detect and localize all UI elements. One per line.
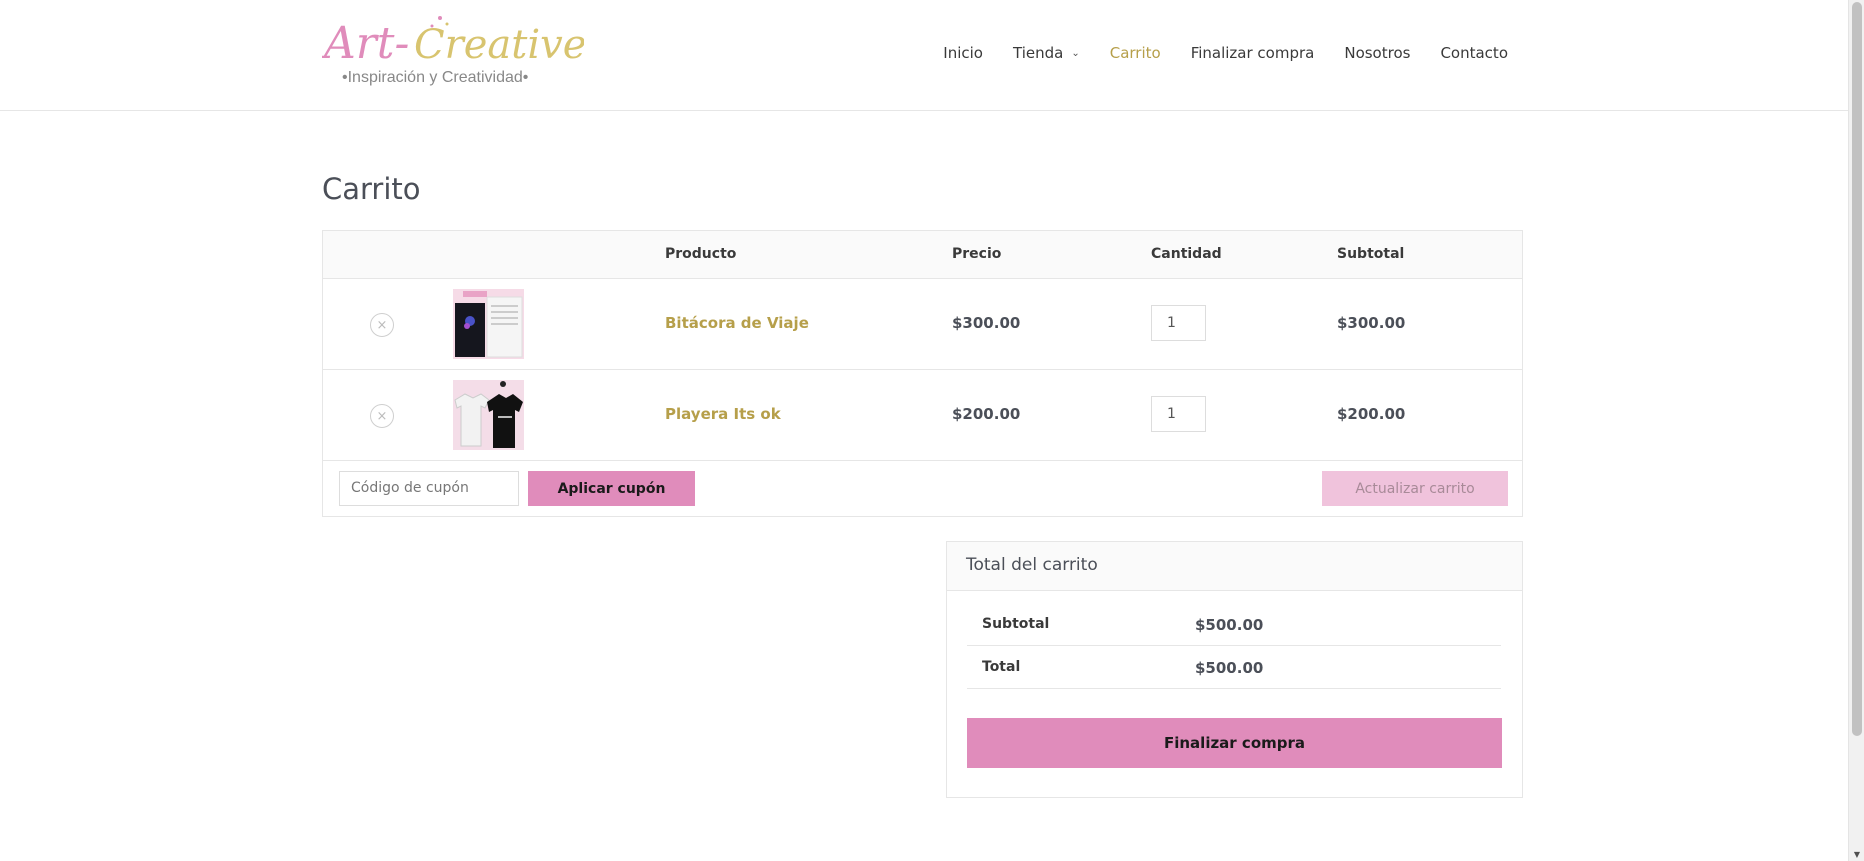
totals-total-value: $500.00 (1195, 659, 1264, 677)
product-thumbnail[interactable] (453, 380, 524, 450)
page-title: Carrito (322, 172, 421, 206)
scroll-down-icon[interactable]: ▼ (1849, 847, 1864, 861)
table-row: × Bitácora de Viaje $300.00 1 $300.00 (323, 279, 1522, 370)
totals-subtotal-label: Subtotal (982, 616, 1050, 632)
totals-total-label: Total (982, 659, 1021, 675)
remove-item-icon[interactable]: × (370, 313, 394, 337)
totals-subtotal-value: $500.00 (1195, 616, 1264, 634)
checkout-button[interactable]: Finalizar compra (967, 718, 1502, 768)
product-price: $200.00 (952, 405, 1021, 423)
table-row: × Playera Its ok $200.00 1 $200.00 (323, 370, 1522, 461)
update-cart-button[interactable]: Actualizar carrito (1322, 471, 1508, 506)
site-header: Art- Creative •Inspiración y Creatividad… (0, 0, 1848, 111)
logo-main-text-secondary: Creative (414, 22, 584, 68)
product-price: $300.00 (952, 314, 1021, 332)
quantity-input[interactable]: 1 (1151, 305, 1206, 341)
header-subtotal: Subtotal (1337, 246, 1405, 262)
cart-table-header: Producto Precio Cantidad Subtotal (323, 231, 1522, 279)
cart-totals: Total del carrito Subtotal $500.00 Total… (946, 541, 1523, 798)
nav-item-label: Nosotros (1344, 44, 1411, 62)
totals-subtotal-row: Subtotal $500.00 (967, 603, 1501, 646)
main-nav: Inicio Tienda ⌄ Carrito Finalizar compra … (913, 44, 1508, 62)
nav-item-tienda[interactable]: Tienda ⌄ (1013, 44, 1080, 62)
nav-item-finalizar-compra[interactable]: Finalizar compra (1191, 44, 1315, 62)
nav-item-carrito[interactable]: Carrito (1110, 44, 1161, 62)
logo-main-text: Art- (322, 18, 409, 69)
logo-tagline: •Inspiración y Creatividad• (342, 69, 528, 86)
nav-item-contacto[interactable]: Contacto (1440, 44, 1508, 62)
totals-total-row: Total $500.00 (967, 646, 1501, 689)
scrollbar-thumb[interactable] (1852, 2, 1862, 736)
product-image-playera (453, 380, 524, 450)
page-scrollbar[interactable]: ▲ ▼ (1848, 0, 1864, 861)
remove-item-icon[interactable]: × (370, 404, 394, 428)
product-name-link[interactable]: Playera Its ok (665, 405, 781, 423)
cart-totals-title: Total del carrito (947, 542, 1522, 591)
logo-graphic: Art- Creative •Inspiración y Creatividad… (320, 16, 586, 86)
product-name-link[interactable]: Bitácora de Viaje (665, 314, 809, 332)
header-price: Precio (952, 246, 1002, 262)
product-thumbnail[interactable] (453, 289, 524, 359)
chevron-down-icon: ⌄ (1071, 47, 1080, 59)
nav-item-label: Inicio (943, 44, 983, 62)
nav-item-label: Carrito (1109, 44, 1161, 62)
nav-item-nosotros[interactable]: Nosotros (1344, 44, 1410, 62)
product-subtotal: $300.00 (1337, 314, 1406, 332)
quantity-input[interactable]: 1 (1151, 396, 1206, 432)
product-subtotal: $200.00 (1337, 405, 1406, 423)
site-logo[interactable]: Art- Creative •Inspiración y Creatividad… (320, 14, 586, 90)
apply-coupon-button[interactable]: Aplicar cupón (528, 471, 695, 506)
product-image-bitacora (453, 289, 524, 359)
header-quantity: Cantidad (1151, 246, 1222, 262)
nav-item-label: Contacto (1440, 44, 1508, 62)
cart-actions: Código de cupón Aplicar cupón Actualizar… (323, 461, 1522, 516)
header-product: Producto (665, 246, 737, 262)
nav-item-inicio[interactable]: Inicio (943, 44, 983, 62)
nav-item-label: Tienda (1013, 44, 1064, 62)
cart-table: Producto Precio Cantidad Subtotal × Bitá… (322, 230, 1523, 517)
nav-item-label: Finalizar compra (1190, 44, 1315, 62)
coupon-input[interactable]: Código de cupón (339, 471, 519, 506)
